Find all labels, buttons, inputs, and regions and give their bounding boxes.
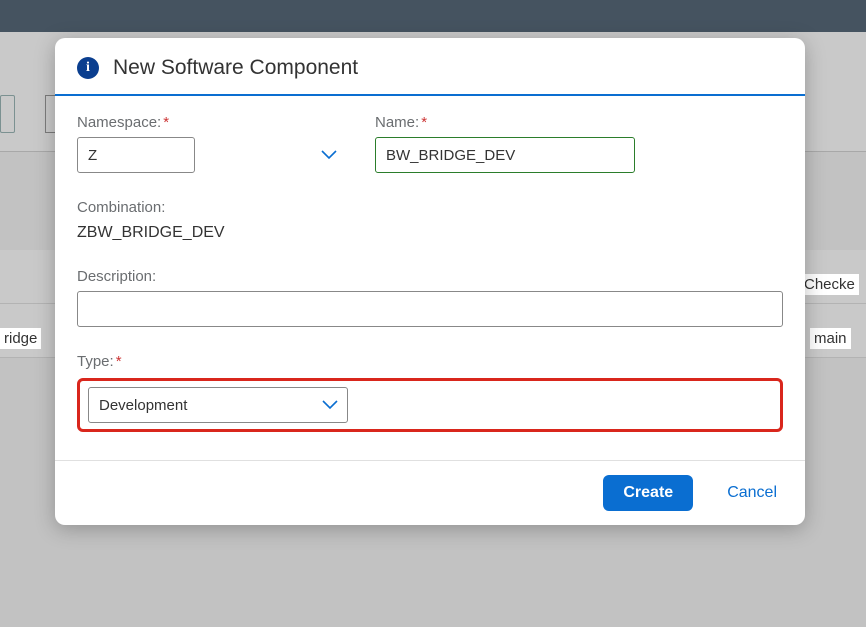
row-namespace-name: Namespace:* Name:* [77, 114, 783, 173]
description-label: Description: [77, 268, 783, 285]
required-marker: * [421, 114, 427, 131]
row-type: Type:* [77, 353, 783, 432]
bg-col-header: Checke [800, 274, 859, 295]
info-icon: i [77, 57, 99, 79]
row-combination: Combination: ZBW_BRIDGE_DEV [77, 199, 783, 242]
name-field: Name:* [375, 114, 635, 173]
description-field: Description: [77, 268, 783, 327]
type-select[interactable] [88, 387, 348, 423]
create-button[interactable]: Create [603, 475, 693, 511]
required-marker: * [163, 114, 169, 131]
type-label-text: Type: [77, 353, 114, 370]
bg-cell-left: ridge [0, 328, 41, 349]
new-software-component-dialog: i New Software Component Namespace:* Nam… [55, 38, 805, 525]
dialog-body: Namespace:* Name:* Combination: ZBW [55, 96, 805, 460]
name-label: Name:* [375, 114, 635, 131]
dialog-footer: Create Cancel [55, 460, 805, 525]
combination-value: ZBW_BRIDGE_DEV [77, 224, 225, 242]
type-select-wrap [88, 387, 348, 423]
bg-cell-right: main [810, 328, 851, 349]
type-highlight [77, 378, 783, 432]
dialog-header: i New Software Component [55, 38, 805, 96]
row-description: Description: [77, 268, 783, 327]
name-label-text: Name: [375, 114, 419, 131]
combination-label: Combination: [77, 199, 225, 216]
type-field: Type:* [77, 353, 783, 432]
type-label: Type:* [77, 353, 783, 370]
namespace-field: Namespace:* [77, 114, 347, 173]
namespace-label: Namespace:* [77, 114, 347, 131]
combination-field: Combination: ZBW_BRIDGE_DEV [77, 199, 225, 242]
description-input[interactable] [77, 291, 783, 327]
chevron-down-icon [321, 150, 337, 160]
namespace-label-text: Namespace: [77, 114, 161, 131]
required-marker: * [116, 353, 122, 370]
dialog-title: New Software Component [113, 56, 358, 80]
cancel-button[interactable]: Cancel [721, 480, 783, 506]
namespace-select-wrap [77, 137, 347, 173]
namespace-select[interactable] [77, 137, 195, 173]
name-input[interactable] [375, 137, 635, 173]
